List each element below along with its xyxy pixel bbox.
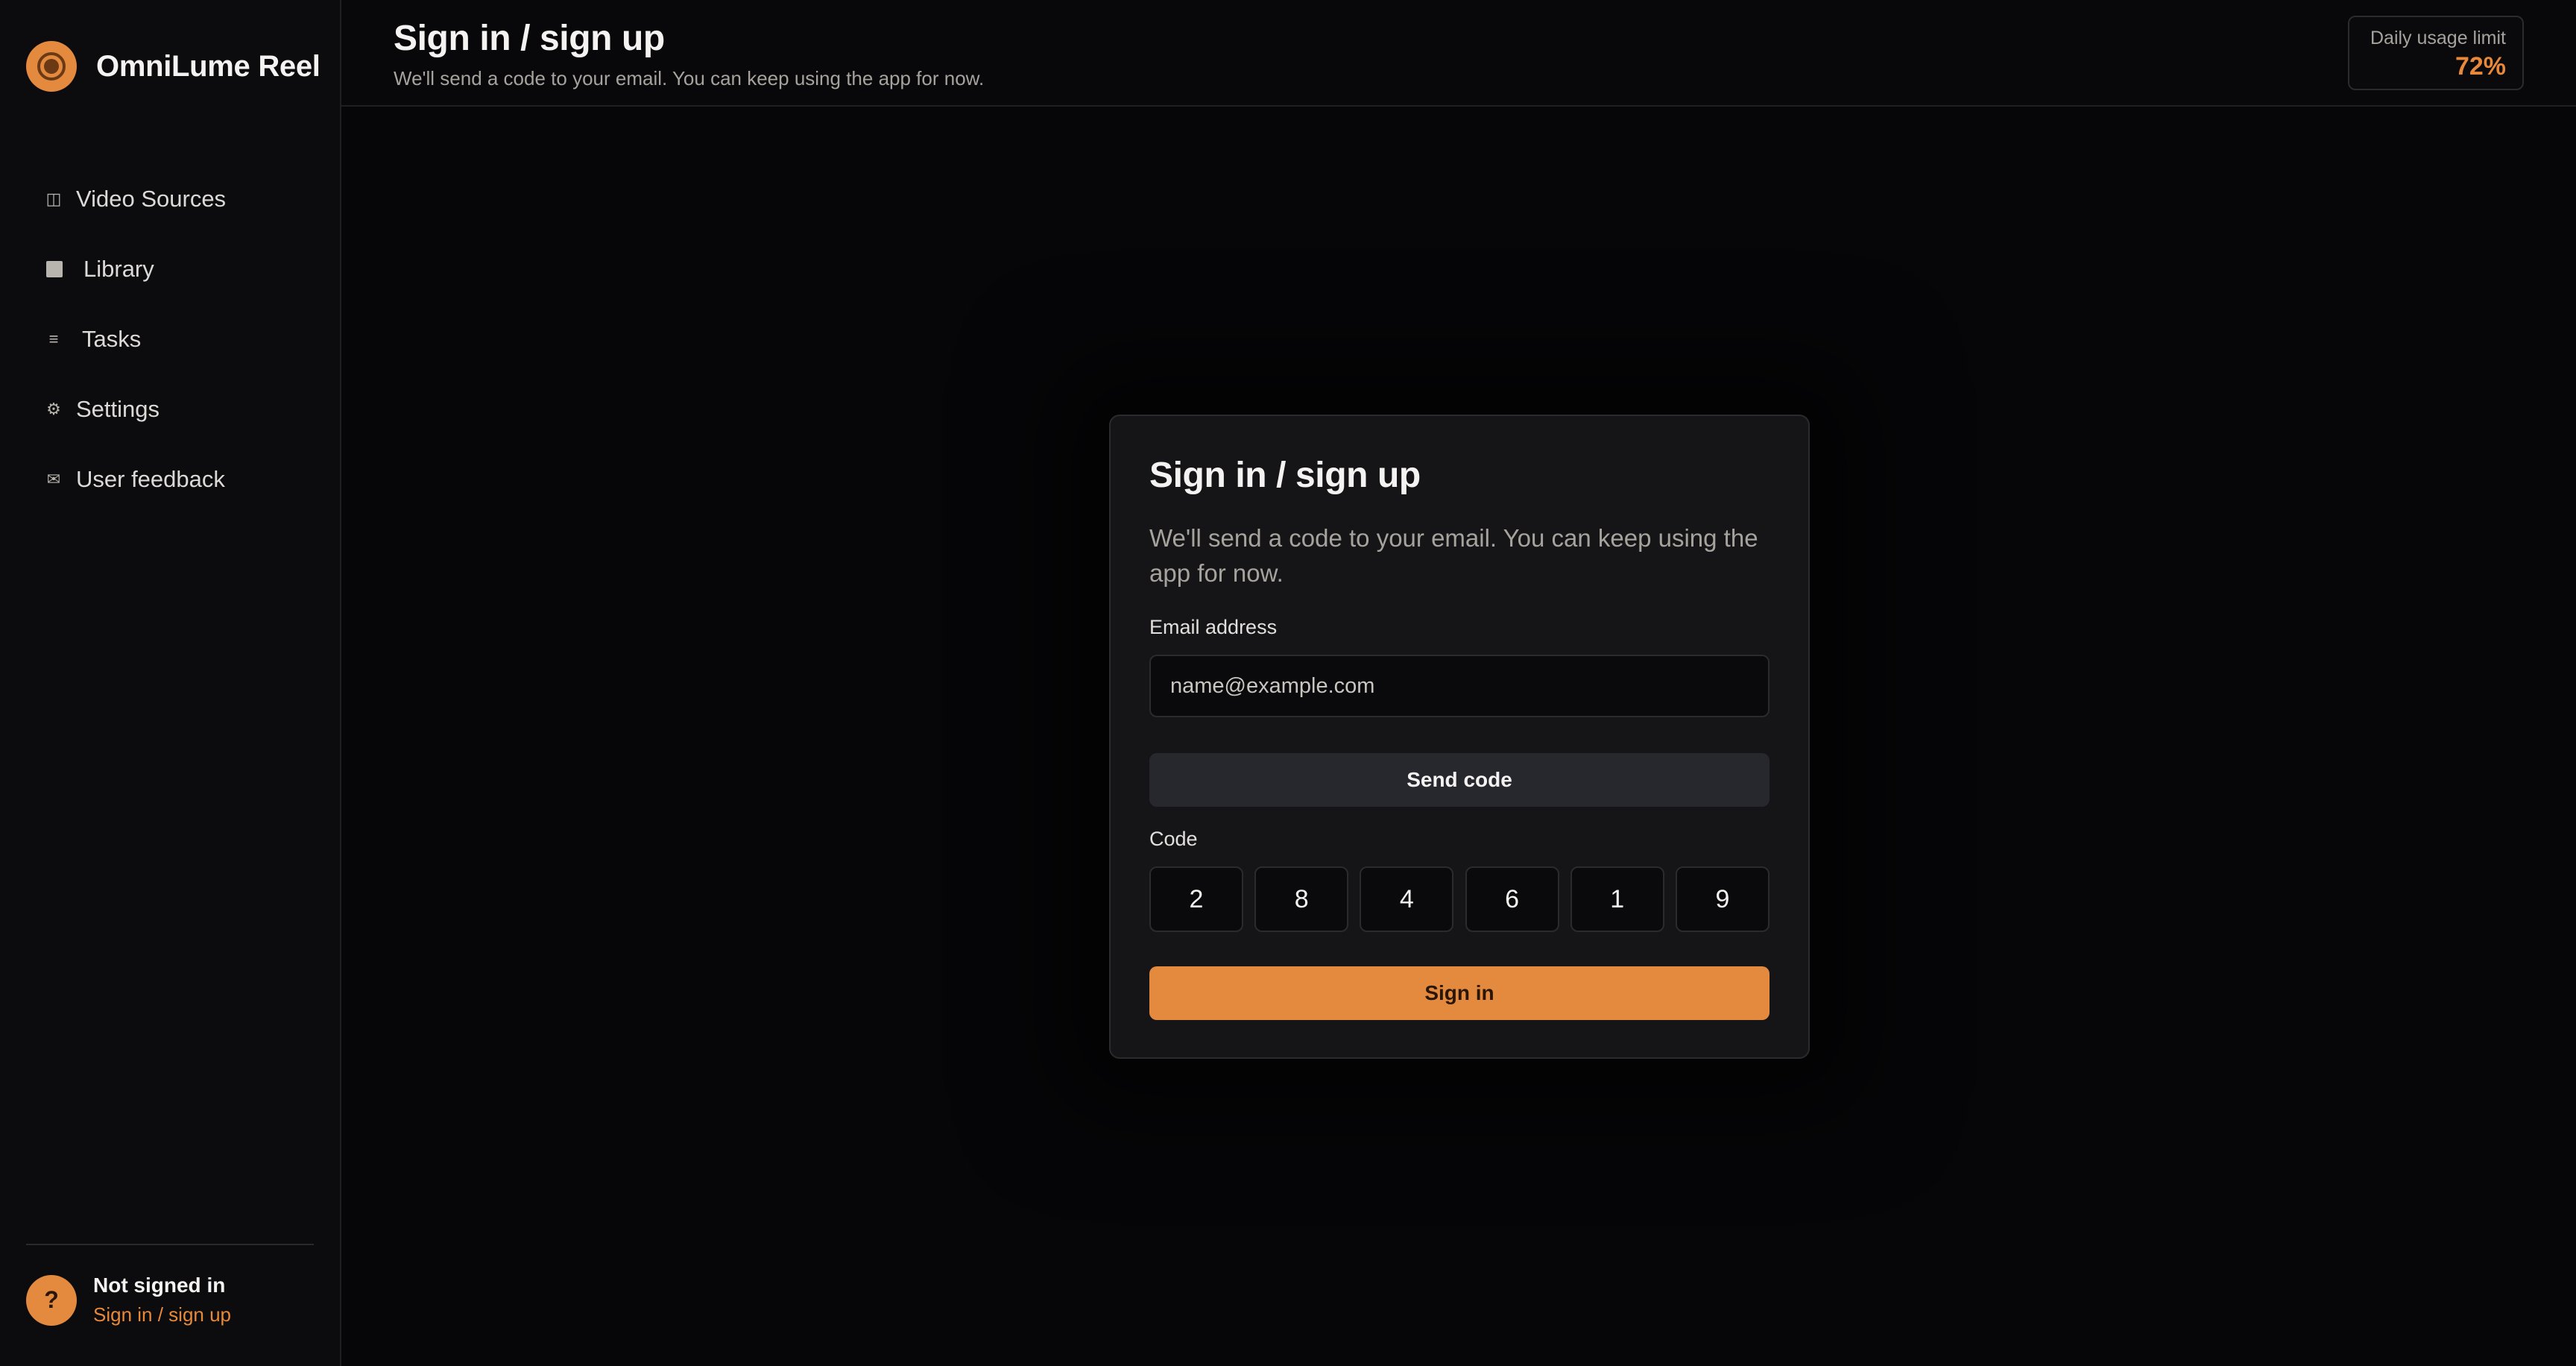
page-title: Sign in / sign up (394, 19, 665, 58)
sidebar-divider (26, 1244, 314, 1245)
avatar: ? (26, 1274, 77, 1326)
sidebar-item-video-sources[interactable]: ◫ Video Sources (0, 164, 340, 234)
sidebar-sign-in-link[interactable]: Sign in / sign up (93, 1303, 231, 1326)
code-digit-input[interactable] (1360, 866, 1454, 932)
code-digit-input[interactable] (1254, 866, 1349, 932)
sidebar-item-label: Tasks (82, 326, 142, 352)
email-label: Email address (1149, 616, 1278, 638)
code-inputs (1149, 866, 1770, 932)
sidebar-item-user-feedback[interactable]: ✉ User feedback (0, 444, 340, 514)
user-status: Not signed in (93, 1274, 226, 1297)
sign-in-card: Sign in / sign up We'll send a code to y… (1109, 415, 1810, 1059)
usage-badge: Daily usage limit 72% (2348, 16, 2524, 90)
page-subtitle: We'll send a code to your email. You can… (394, 67, 985, 89)
code-digit-input[interactable] (1570, 866, 1664, 932)
usage-value: 72% (2455, 52, 2506, 81)
code-digit-input[interactable] (1675, 866, 1770, 932)
mail-icon: ✉ (46, 470, 61, 488)
sign-in-button[interactable]: Sign in (1149, 966, 1770, 1020)
panel-icon: ◫ (45, 189, 62, 208)
code-label: Code (1149, 828, 1198, 850)
sidebar-item-label: Library (83, 256, 154, 282)
sidebar: OmniLume Reel ◫ Video Sources Library ≡ … (0, 0, 341, 1366)
code-digit-input[interactable] (1465, 866, 1559, 932)
send-code-button[interactable]: Send code (1149, 753, 1770, 807)
sidebar-item-settings[interactable]: ⚙ Settings (0, 374, 340, 444)
app-root: OmniLume Reel ◫ Video Sources Library ≡ … (0, 0, 2576, 1366)
gear-icon: ⚙ (46, 400, 61, 418)
card-description: We'll send a code to your email. You can… (1149, 524, 1758, 587)
sidebar-item-label: Settings (76, 396, 160, 422)
sidebar-nav: ◫ Video Sources Library ≡ Tasks ⚙ Settin… (0, 164, 340, 514)
card-title: Sign in / sign up (1149, 456, 1421, 495)
sidebar-item-label: User feedback (76, 466, 225, 492)
film-reel-icon (26, 41, 77, 92)
square-icon (46, 261, 63, 277)
usage-label: Daily usage limit (2370, 28, 2506, 48)
user-block: ? Not signed in Sign in / sign up (26, 1274, 231, 1326)
sidebar-item-tasks[interactable]: ≡ Tasks (0, 304, 340, 374)
code-digit-input[interactable] (1149, 866, 1243, 932)
app-name: OmniLume Reel (96, 49, 321, 83)
sidebar-item-label: Video Sources (76, 186, 227, 212)
main-content: Sign in / sign up We'll send a code to y… (341, 0, 2576, 1366)
list-icon: ≡ (48, 330, 59, 348)
topbar: Sign in / sign up We'll send a code to y… (341, 0, 2576, 107)
sidebar-item-library[interactable]: Library (0, 234, 340, 304)
brand: OmniLume Reel (26, 41, 321, 92)
email-field[interactable] (1149, 655, 1770, 717)
